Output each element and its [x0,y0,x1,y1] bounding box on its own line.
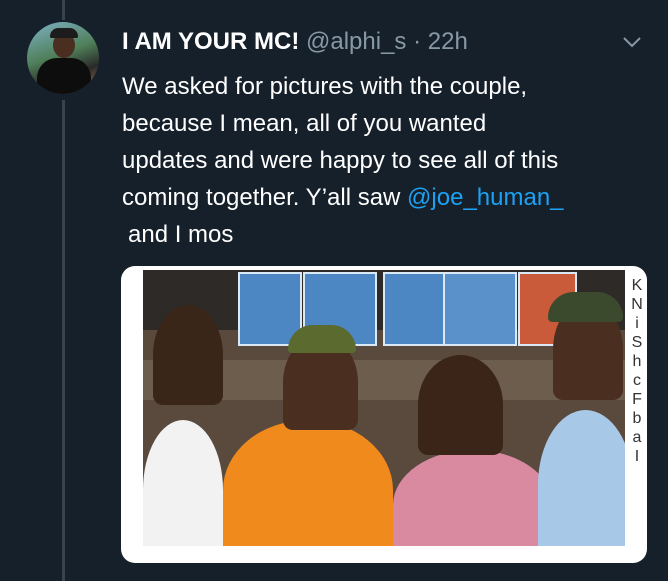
author-name[interactable]: I AM YOUR MC! [122,28,299,55]
tweet-media[interactable]: K N i S h c F b a I [121,266,647,563]
avatar[interactable] [27,22,99,94]
tweet-text: We asked for pictures with the couple, b… [122,68,652,253]
side-text-char: K [631,277,643,294]
person-right-hat [548,292,623,322]
side-text-char: h [632,353,642,370]
tweet-text-line: We asked for pictures with the couple, [122,73,528,100]
person-left-head [153,305,223,405]
person-center-shirt [223,420,393,546]
side-text-char: N [631,296,643,313]
person-woman-head [418,355,503,455]
photo-poster [383,272,447,346]
thread-line-bottom [62,100,65,581]
photo-poster [443,272,517,346]
author-handle[interactable]: @alphi_s [306,28,406,55]
person-right-shirt [538,410,625,546]
tweet-time[interactable]: 22h [428,28,468,55]
separator-dot: · [413,28,422,55]
person-center-cap [288,325,356,353]
side-text-char: a [632,429,642,446]
tweet-text-fragment: coming together. Y’all saw [122,184,408,211]
tweet-text-last-line: and I mos [128,221,234,248]
media-side-text: K N i S h c F b a I [630,276,644,466]
side-text-char: S [631,334,643,351]
thread-line-top [62,0,65,20]
side-text-char: b [632,410,642,427]
avatar-cap [50,28,78,38]
chevron-down-icon[interactable] [620,30,644,54]
person-woman-dress [393,450,553,546]
tweet-text-line-with-mention: coming together. Y’all saw @joe_human_ [122,179,652,216]
tweet-text-line: because I mean, all of you wanted [122,110,487,137]
side-text-char: i [635,315,639,332]
tweet-header: I AM YOUR MC! @alphi_s · 22h [122,27,468,57]
person-left-shirt [143,420,223,546]
side-text-char: c [633,372,641,389]
side-text-char: I [634,448,640,465]
side-text-char: F [632,391,642,408]
tweet-text-line: updates and were happy to see all of thi… [122,147,559,174]
group-photo[interactable] [143,270,625,546]
mention-link[interactable]: @joe_human_ [407,184,563,211]
avatar-shirt [37,58,91,94]
